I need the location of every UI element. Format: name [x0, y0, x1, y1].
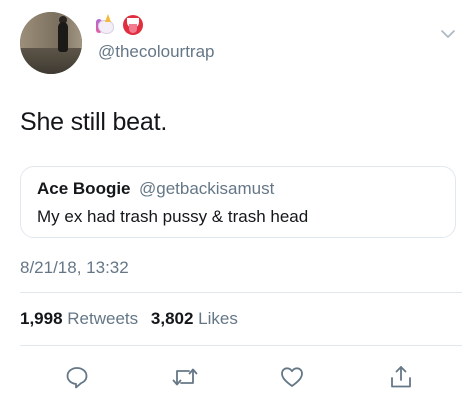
- avatar-background: [20, 12, 82, 48]
- reply-icon: [66, 367, 88, 389]
- share-button[interactable]: [386, 362, 416, 392]
- quoted-tweet-author: Ace Boogie @getbackisamust: [37, 179, 439, 199]
- author-handle[interactable]: @thecolourtrap: [98, 42, 215, 62]
- like-button[interactable]: [277, 362, 307, 392]
- avatar[interactable]: [20, 12, 82, 74]
- tweet-timestamp[interactable]: 8/21/18, 13:32: [20, 258, 129, 278]
- likes-label[interactable]: Likes: [198, 309, 238, 328]
- avatar-figure: [58, 22, 68, 52]
- retweets-label[interactable]: Retweets: [67, 309, 138, 328]
- quoted-tweet-text: My ex had trash pussy & trash head: [37, 207, 309, 226]
- unicorn-icon: [96, 14, 118, 36]
- chevron-down-icon[interactable]: [440, 26, 456, 42]
- share-icon: [391, 366, 411, 388]
- retweet-icon: [172, 368, 198, 386]
- retweet-button[interactable]: [170, 362, 200, 392]
- tweet-text: She still beat.: [20, 108, 168, 136]
- divider: [20, 345, 462, 346]
- reply-button[interactable]: [62, 362, 92, 392]
- quoted-tweet-card[interactable]: Ace Boogie @getbackisamust My ex had tra…: [20, 166, 456, 238]
- quoted-author-name: Ace Boogie: [37, 179, 131, 198]
- display-name-emojis: [96, 14, 144, 36]
- retweets-count[interactable]: 1,998: [20, 309, 63, 328]
- tweet-header: @thecolourtrap: [20, 12, 460, 76]
- tweet-actions: [20, 362, 460, 392]
- divider: [20, 292, 462, 293]
- like-icon: [281, 367, 303, 387]
- tongue-emoji-icon: [122, 14, 144, 36]
- engagement-stats: 1,998 Retweets 3,802 Likes: [20, 309, 246, 329]
- likes-count[interactable]: 3,802: [151, 309, 194, 328]
- avatar-floor: [20, 48, 82, 74]
- quoted-author-handle: @getbackisamust: [138, 179, 275, 198]
